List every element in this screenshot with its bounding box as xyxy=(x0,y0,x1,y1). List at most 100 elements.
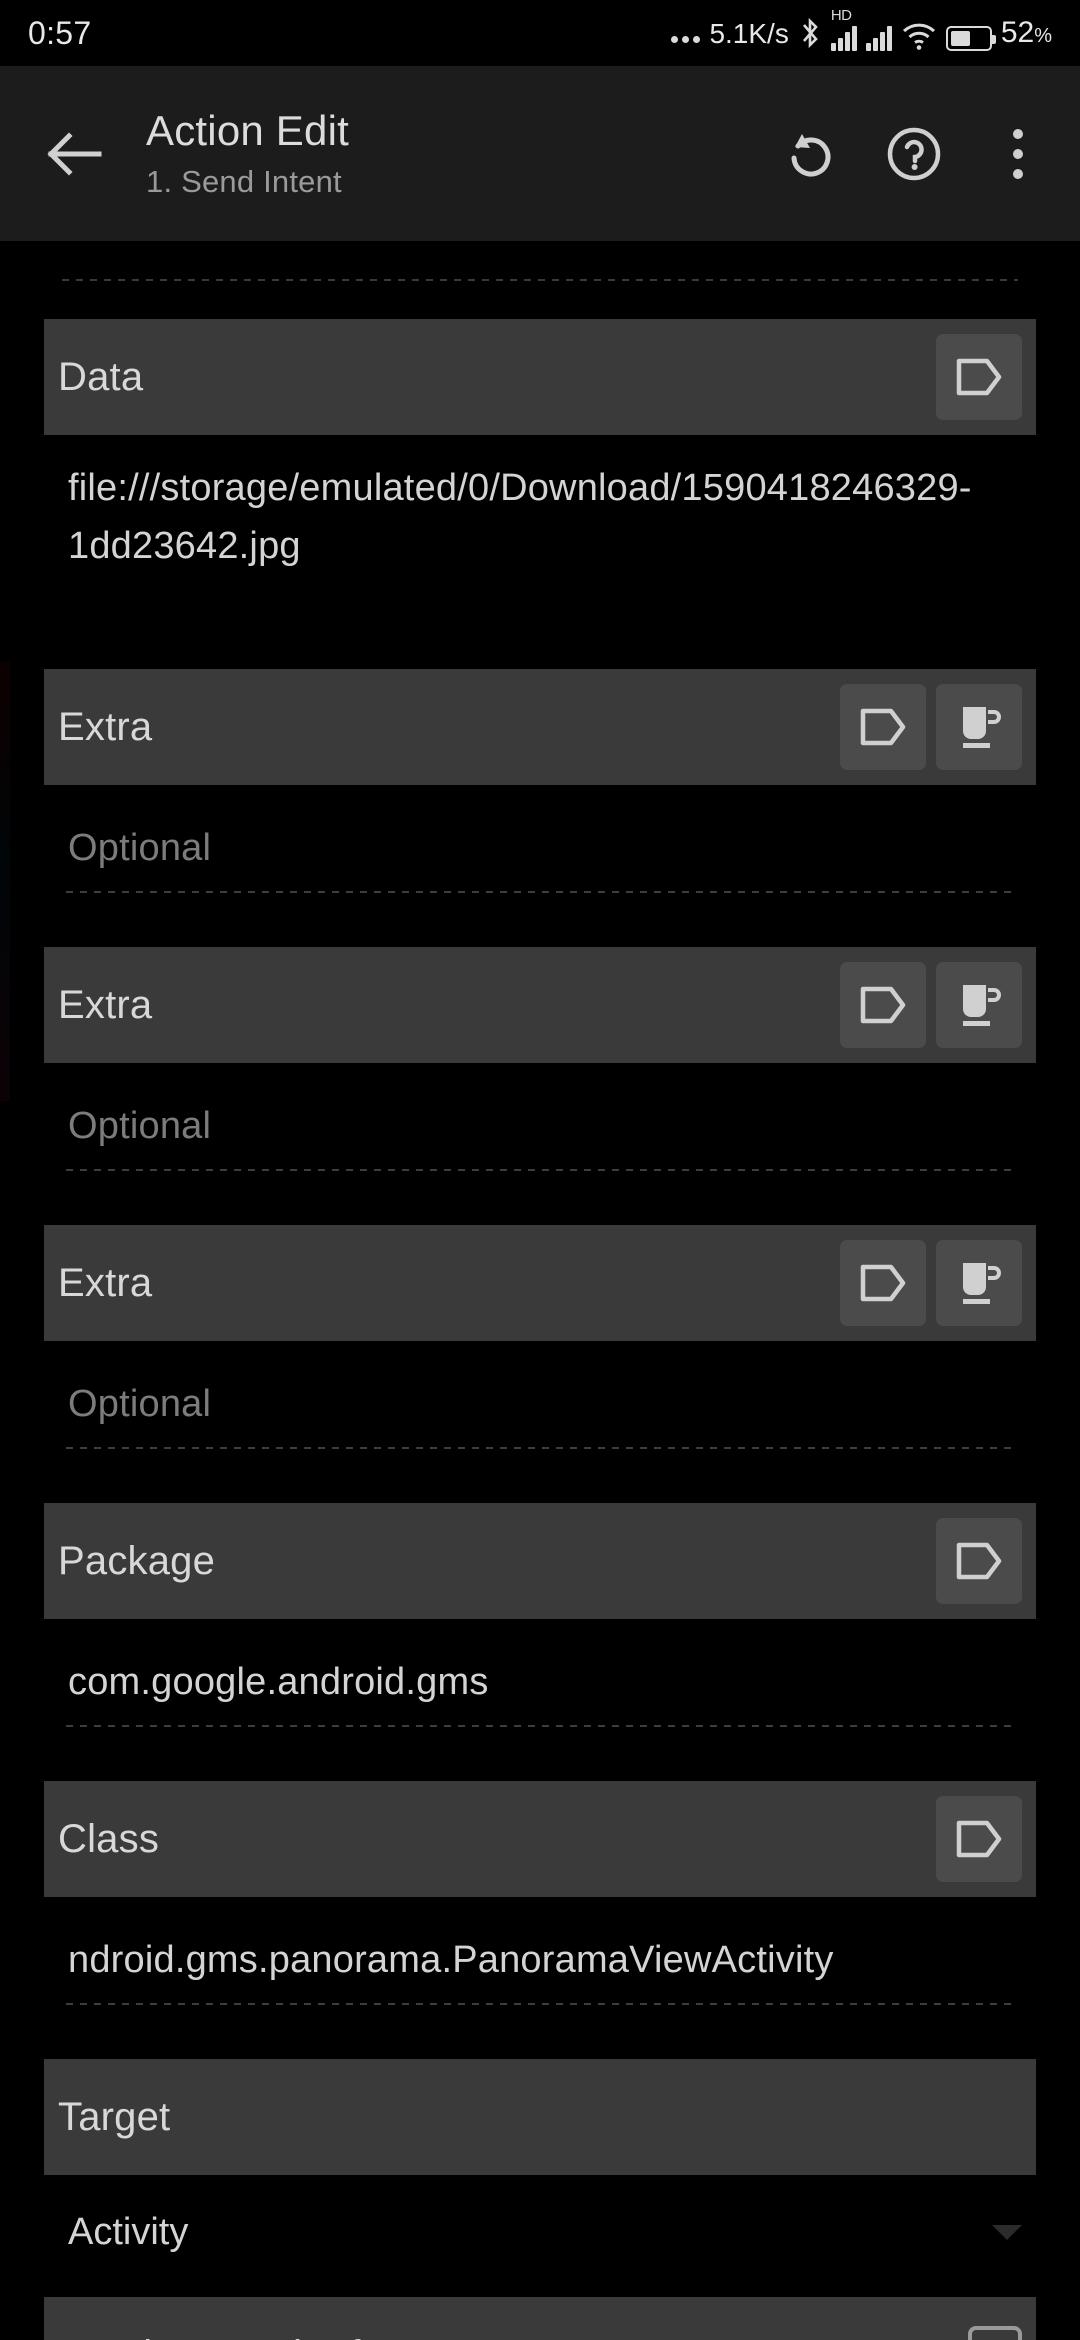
field-buttons-package xyxy=(936,1518,1022,1604)
target-selected-value: Activity xyxy=(68,2211,189,2253)
field-label-target: Target xyxy=(58,2094,171,2139)
notification-dots-icon xyxy=(671,35,701,51)
signal-bars-1-icon xyxy=(830,23,857,51)
field-value-data[interactable]: file:///storage/emulated/0/Download/1590… xyxy=(44,435,1036,575)
status-bar-icons: 5.1K/s HD 52% xyxy=(671,7,1052,51)
coffee-mug-icon xyxy=(963,707,1001,748)
tag-icon xyxy=(956,1820,1002,1858)
field-value-text-extra-3: Optional xyxy=(68,1383,212,1425)
tag-icon xyxy=(956,1542,1002,1580)
field-label-extra-3: Extra xyxy=(58,1260,153,1305)
app-bar-titles: Action Edit 1. Send Intent xyxy=(146,107,349,200)
tag-icon xyxy=(860,708,906,746)
tag-icon xyxy=(860,986,906,1024)
back-button[interactable] xyxy=(18,128,128,180)
back-arrow-icon xyxy=(47,131,102,176)
field-header-package: Package xyxy=(44,1503,1036,1619)
app-bar: Action Edit 1. Send Intent xyxy=(0,66,1080,241)
app-bar-actions xyxy=(758,102,1080,206)
field-buttons-extra-1 xyxy=(840,684,1022,770)
percent-symbol: % xyxy=(1034,24,1052,47)
java-function-button-extra-3[interactable] xyxy=(936,1240,1022,1326)
clipped-previous-field xyxy=(0,241,1080,289)
target-spinner[interactable]: Activity xyxy=(44,2175,1036,2254)
tag-button-class[interactable] xyxy=(936,1796,1022,1882)
page-subtitle: 1. Send Intent xyxy=(146,164,342,199)
field-buttons-extra-3 xyxy=(840,1240,1022,1326)
field-underline-extra-2 xyxy=(66,1169,1018,1171)
content-scroll[interactable]: Data file:///storage/emulated/0/Download… xyxy=(0,241,1080,2340)
network-speed-label: 5.1K/s xyxy=(709,17,789,49)
battery-percent-label: 52% xyxy=(1001,16,1052,51)
undo-icon xyxy=(791,133,831,176)
field-underline-extra-1 xyxy=(66,891,1018,893)
field-extra-1: Extra Optional xyxy=(44,669,1036,893)
continue-task-checkbox[interactable] xyxy=(968,2326,1022,2340)
field-value-extra-2[interactable]: Optional xyxy=(44,1063,1036,1155)
field-header-class: Class xyxy=(44,1781,1036,1897)
field-underline-class xyxy=(66,2003,1018,2005)
tag-button-extra-1[interactable] xyxy=(840,684,926,770)
tag-icon xyxy=(860,1264,906,1302)
field-value-extra-3[interactable]: Optional xyxy=(44,1341,1036,1433)
continue-task-header: Continue Task After Error xyxy=(44,2297,1036,2340)
field-value-text-package: com.google.android.gms xyxy=(68,1661,489,1703)
edge-glow-indicator xyxy=(0,661,10,1101)
field-label-class: Class xyxy=(58,1816,160,1861)
chevron-down-icon xyxy=(992,2225,1022,2240)
wifi-icon xyxy=(901,21,937,51)
coffee-mug-icon xyxy=(963,1263,1001,1304)
coffee-mug-icon xyxy=(963,985,1001,1026)
java-function-button-extra-2[interactable] xyxy=(936,962,1022,1048)
tag-button-package[interactable] xyxy=(936,1518,1022,1604)
battery-percent-value: 52 xyxy=(1000,15,1035,49)
field-data: Data file:///storage/emulated/0/Download… xyxy=(44,319,1036,575)
field-extra-2: Extra Optional xyxy=(44,947,1036,1171)
field-buttons-data xyxy=(936,334,1022,420)
field-value-text-class: ndroid.gms.panorama.PanoramaViewActivity xyxy=(68,1939,834,1981)
field-header-extra-3: Extra xyxy=(44,1225,1036,1341)
tag-button-extra-2[interactable] xyxy=(840,962,926,1048)
field-label-package: Package xyxy=(58,1538,216,1583)
overflow-menu-icon xyxy=(1013,128,1023,179)
field-buttons-extra-2 xyxy=(840,962,1022,1048)
field-continue-task-after-error[interactable]: Continue Task After Error xyxy=(44,2297,1036,2340)
tag-button-extra-3[interactable] xyxy=(840,1240,926,1326)
field-label-extra-2: Extra xyxy=(58,982,153,1027)
tag-button-data[interactable] xyxy=(936,334,1022,420)
continue-task-label: Continue Task After Error xyxy=(58,2333,509,2340)
signal-bars-2-icon xyxy=(865,23,892,51)
page-title: Action Edit xyxy=(146,107,349,154)
field-underline-extra-3 xyxy=(66,1447,1018,1449)
field-value-extra-1[interactable]: Optional xyxy=(44,785,1036,877)
field-label-extra-1: Extra xyxy=(58,704,153,749)
field-label-data: Data xyxy=(58,354,144,399)
field-class: Class ndroid.gms.panorama.PanoramaViewAc… xyxy=(44,1781,1036,2005)
field-value-class[interactable]: ndroid.gms.panorama.PanoramaViewActivity xyxy=(44,1897,1036,1989)
field-header-data: Data xyxy=(44,319,1036,435)
screen: 0:57 5.1K/s HD 52% Action Edit 1. Send I… xyxy=(0,0,1080,2340)
hd-label: HD xyxy=(830,6,852,24)
hd-signal-icon: HD xyxy=(830,7,857,51)
field-value-text-data: file:///storage/emulated/0/Download/1590… xyxy=(68,467,972,567)
field-value-text-extra-2: Optional xyxy=(68,1105,212,1147)
field-underline-package xyxy=(66,1725,1018,1727)
field-extra-3: Extra Optional xyxy=(44,1225,1036,1449)
tag-icon xyxy=(956,358,1002,396)
bluetooth-icon xyxy=(798,17,822,51)
help-circle-icon xyxy=(887,127,941,180)
field-value-package[interactable]: com.google.android.gms xyxy=(44,1619,1036,1711)
field-buttons-class xyxy=(936,1796,1022,1882)
overflow-menu-button[interactable] xyxy=(966,102,1070,206)
undo-button[interactable] xyxy=(758,102,862,206)
java-function-button-extra-1[interactable] xyxy=(936,684,1022,770)
field-target: Target Activity xyxy=(44,2059,1036,2254)
field-value-text-extra-1: Optional xyxy=(68,827,212,869)
field-header-extra-2: Extra xyxy=(44,947,1036,1063)
status-bar: 0:57 5.1K/s HD 52% xyxy=(0,0,1080,66)
help-button[interactable] xyxy=(862,102,966,206)
field-package: Package com.google.android.gms xyxy=(44,1503,1036,1727)
continue-task-buttons xyxy=(968,2326,1022,2340)
field-header-extra-1: Extra xyxy=(44,669,1036,785)
field-header-target: Target xyxy=(44,2059,1036,2175)
